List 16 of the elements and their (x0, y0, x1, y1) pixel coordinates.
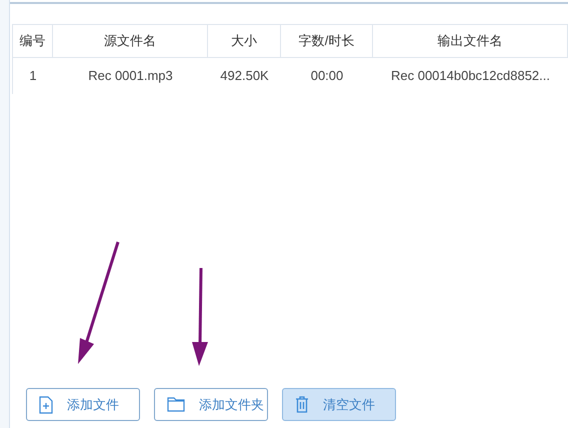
column-header: 源文件名 (53, 25, 208, 57)
trash-icon (295, 396, 309, 413)
toolbar-button[interactable]: 添加文件夹 (154, 388, 268, 421)
toolbar-button[interactable]: 添加文件 (26, 388, 140, 421)
column-header: 字数/时长 (281, 25, 373, 57)
column-header: 编号 (13, 25, 53, 57)
add-file-icon (39, 396, 53, 414)
table-cell-text: 00:00 (310, 67, 344, 86)
table-cell-text: 1 (28, 67, 38, 86)
table-cell-text: Rec 00014b0bc12cd8852... (390, 67, 551, 86)
folder-icon (167, 397, 185, 412)
toolbar-button[interactable]: 清空文件 (282, 388, 396, 421)
table-cell-text: 492.50K (219, 67, 270, 86)
column-header: 输出文件名 (373, 25, 568, 57)
table-cell-text: Rec 0001.mp3 (87, 67, 174, 86)
column-header: 大小 (208, 25, 281, 57)
